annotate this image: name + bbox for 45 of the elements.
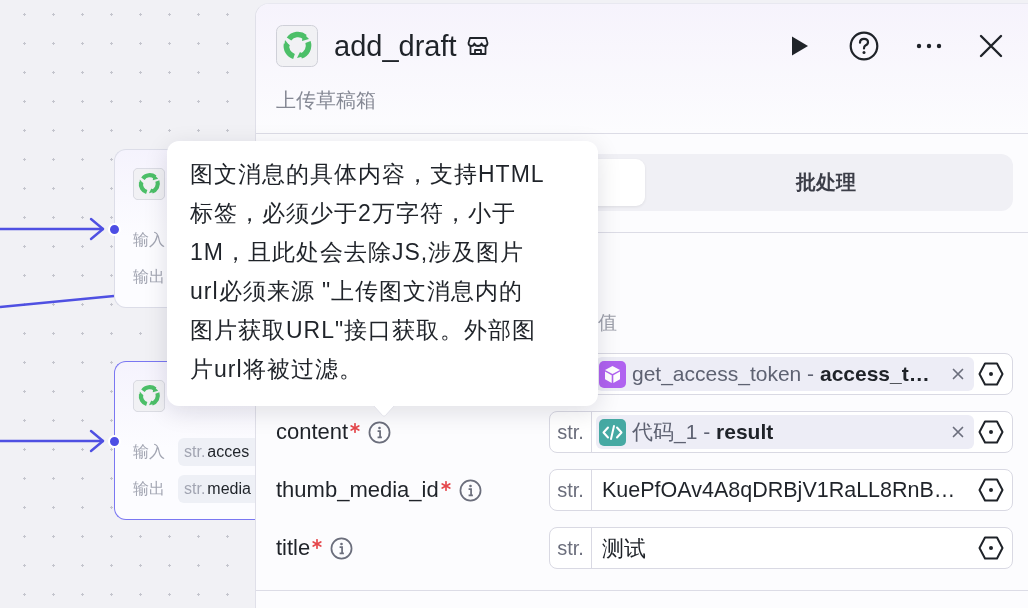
more-icon[interactable]: [915, 43, 943, 49]
type-prefix: str.: [184, 480, 206, 498]
type-prefix: str.: [184, 443, 206, 461]
tab[interactable]: 批处理: [644, 159, 1008, 206]
help-icon[interactable]: [849, 31, 879, 61]
reference-text: 代码_1 - result: [632, 419, 775, 446]
store-icon[interactable]: [466, 36, 489, 56]
port-dot[interactable]: [108, 435, 121, 448]
field-value: 测试: [601, 535, 647, 563]
code-icon: [599, 418, 626, 446]
param-name: title: [276, 535, 311, 561]
param-name: thumb_media_id: [276, 477, 439, 503]
circular-arrows-icon: [276, 25, 318, 67]
tooltip-arrow-icon: [373, 405, 395, 417]
reference-chip[interactable]: 代码_1 - result: [596, 415, 974, 449]
info-icon[interactable]: [458, 478, 482, 502]
info-icon[interactable]: [330, 536, 354, 560]
node-description: 上传草稿箱: [276, 88, 377, 113]
param-value-field[interactable]: str. 测试: [549, 527, 1013, 569]
cube-icon: [599, 360, 626, 388]
clear-icon[interactable]: [952, 368, 964, 380]
node-title: add_draft: [334, 29, 457, 63]
close-icon[interactable]: [979, 34, 1003, 58]
param-value-field[interactable]: str. 代码_1 - result: [549, 411, 1013, 453]
port-dot[interactable]: [108, 223, 121, 236]
clear-icon[interactable]: [952, 426, 964, 438]
info-icon[interactable]: [368, 420, 392, 444]
node-row-label: 输出: [133, 266, 165, 287]
type-prefix: str.: [557, 536, 584, 560]
node-row-label: 输入: [133, 229, 165, 250]
circular-arrows-icon: [133, 168, 165, 200]
type-prefix: str.: [557, 478, 584, 502]
reference-chip[interactable]: get_access_token - access_t…: [596, 357, 974, 391]
reference-text: get_access_token - access_t…: [632, 362, 931, 386]
node-row-label: 输出: [133, 478, 165, 499]
param-name: content: [276, 419, 349, 445]
node-row-label: 输入: [133, 441, 165, 462]
variable-name: acces: [207, 443, 250, 461]
type-prefix: str.: [557, 420, 584, 444]
tooltip: 图文消息的具体内容，支持HTML标签，必须少于2万字符，小于1M，且此处会去除JS,涉及图片url必须来源 "上传图文消息内的图片获取URL"接口获取。外部图片url将被过滤。: [167, 141, 598, 406]
variable-name: media: [207, 480, 251, 498]
column-header: 值: [597, 311, 617, 335]
param-value-field[interactable]: str. KuePfOAv4A8qDRBjV1RaLL8RnB…: [549, 469, 1013, 511]
circular-arrows-icon: [133, 380, 165, 412]
field-value: KuePfOAv4A8qDRBjV1RaLL8RnB…: [601, 477, 957, 503]
